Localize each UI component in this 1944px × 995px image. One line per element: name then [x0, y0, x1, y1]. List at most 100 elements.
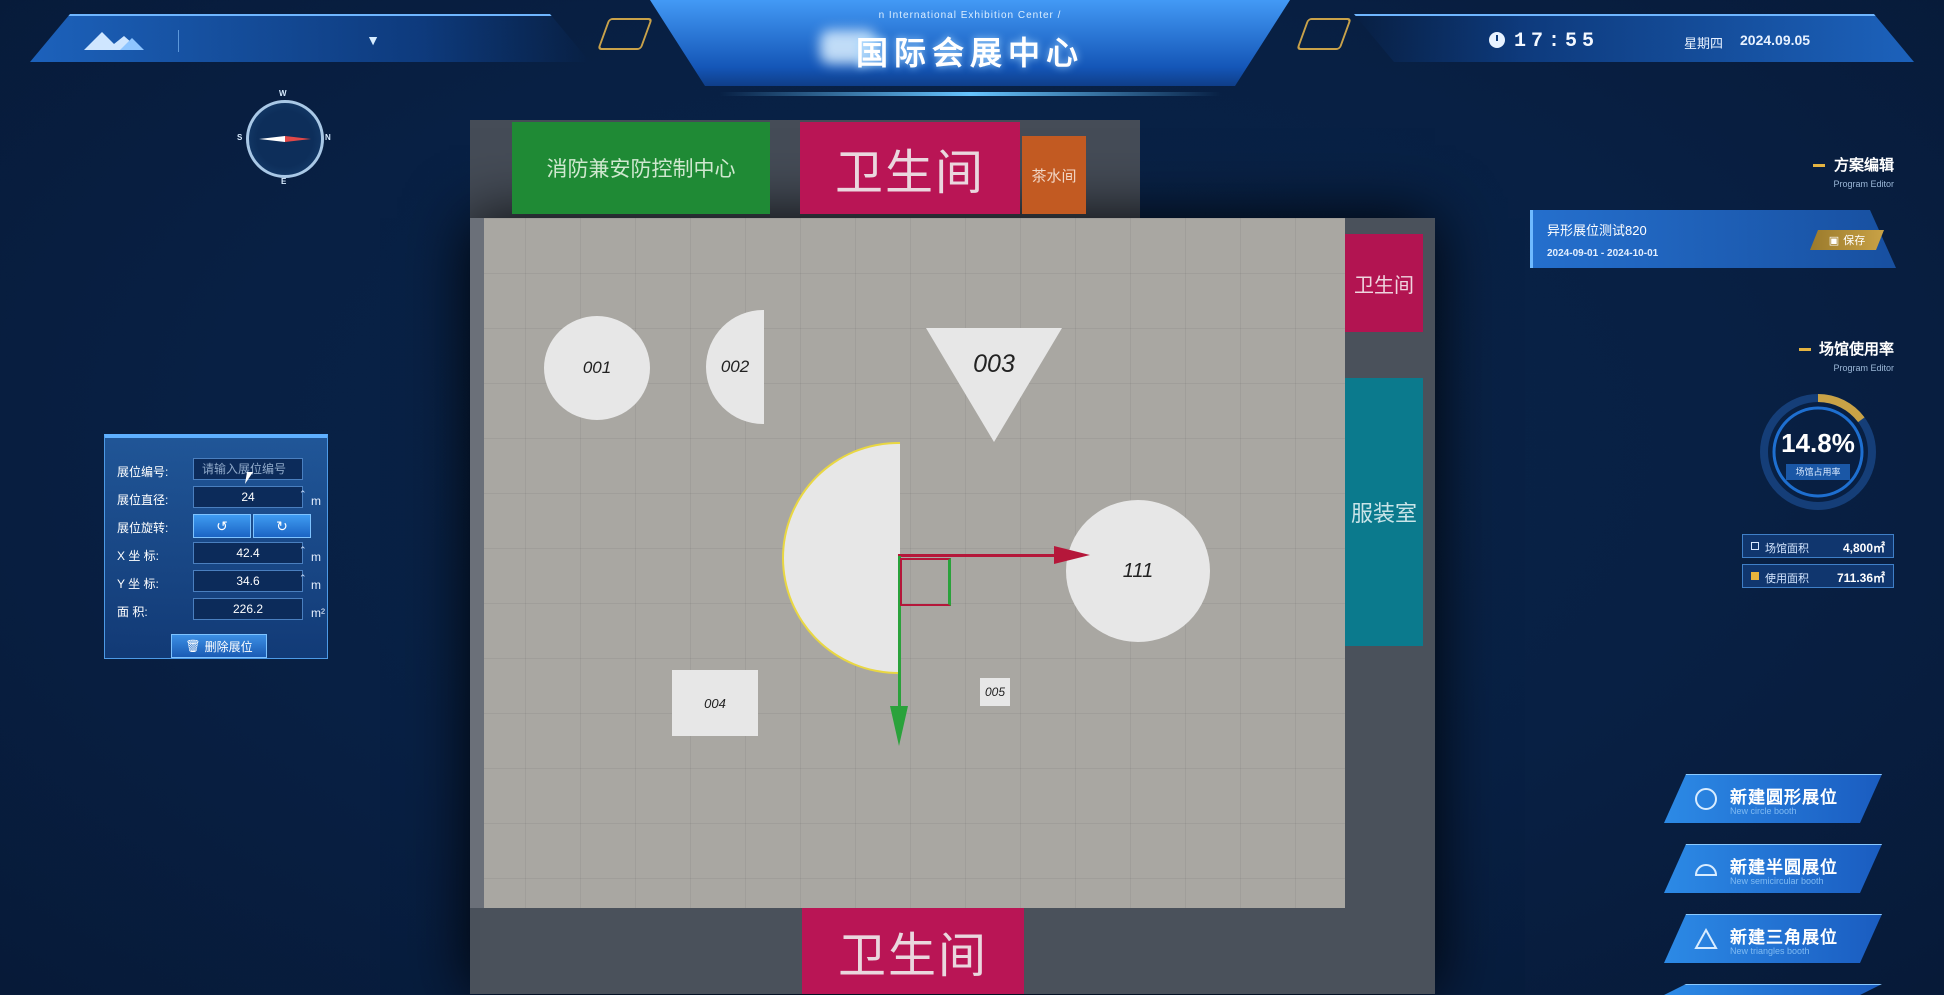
prop-label: 面 积: — [117, 605, 148, 619]
booth-111[interactable]: 111 — [1066, 500, 1210, 642]
current-date: 2024.09.05 — [1740, 32, 1811, 48]
room-restroom-bottom: 卫生间 — [802, 908, 1024, 994]
prop-label: 展位编号: — [117, 465, 169, 479]
booth-label: 002 — [720, 357, 750, 376]
header-glow — [720, 92, 1220, 96]
stepper-icon[interactable]: ⌃ — [299, 573, 307, 584]
stat-label: 使用面积 — [1765, 573, 1809, 585]
semicircle-icon — [1694, 857, 1718, 881]
header-title-plate: n International Exhibition Center / 国际会展… — [650, 0, 1290, 86]
square-icon — [1751, 542, 1759, 550]
gizmo-x-arrow-icon[interactable] — [1054, 546, 1090, 564]
prop-unit: m — [311, 494, 321, 508]
stepper-icon[interactable]: ⌃ — [299, 545, 307, 556]
area-input[interactable] — [193, 598, 303, 620]
section-bar — [1813, 164, 1826, 167]
compass-needle — [259, 136, 311, 142]
plan-name: 异形展位测试820 — [1547, 223, 1647, 238]
room-restroom-right: 卫生间 — [1345, 234, 1423, 332]
booth-label: 001 — [582, 358, 612, 377]
room-label: 卫生间 — [834, 145, 985, 201]
header-ornament-right — [1296, 18, 1352, 50]
compass-icon: W S N E — [237, 89, 331, 186]
compass-w: W — [279, 89, 287, 98]
used-area-stat: 使用面积 711.36㎡ — [1742, 564, 1894, 588]
booth-label: 003 — [973, 350, 1015, 378]
room-label: 消防兼安防控制中心 — [546, 157, 736, 181]
prop-unit: m — [311, 550, 321, 564]
rotate-cw-icon: ↻ — [276, 517, 288, 534]
room-label: 茶水间 — [1031, 166, 1077, 185]
venue-area-stat: 场馆面积 4,800㎡ — [1742, 534, 1894, 558]
booth-001[interactable]: 001 — [544, 316, 650, 420]
section-subtitle: Program Editor — [1833, 179, 1894, 189]
prop-diameter: 展位直径: ⌃ m — [113, 486, 321, 510]
new-booth-button-partial[interactable] — [1664, 984, 1882, 995]
booth-004[interactable]: 004 — [672, 670, 758, 736]
chevron-down-icon: ▼ — [366, 32, 380, 48]
room-label: 卫生间 — [1354, 272, 1414, 297]
triangle-shape — [926, 328, 1062, 442]
save-button[interactable]: ▣ 保存 — [1810, 230, 1884, 250]
prop-label: X 坐 标: — [117, 549, 160, 563]
usage-section-title: 场馆使用率 Program Editor — [1798, 338, 1894, 373]
section-title-text: 方案编辑 — [1833, 157, 1894, 174]
delete-booth-button[interactable]: 🗑 删除展位 — [171, 634, 267, 658]
header-ornament-left — [597, 18, 653, 50]
clock-icon — [1489, 32, 1505, 48]
rotate-right-button[interactable]: ↻ — [253, 514, 311, 538]
plan-date-range: 2024-09-01 - 2024-10-01 — [1547, 248, 1659, 259]
booth-label: 004 — [704, 695, 726, 711]
room-tea: 茶水间 — [1022, 136, 1086, 214]
stat-value: 4,800㎡ — [1842, 541, 1885, 555]
gizmo-plane-handle[interactable] — [900, 558, 951, 606]
usage-gauge: 14.8% 场馆占用率 — [1758, 392, 1878, 512]
header-left-bar: ▼ — [30, 14, 590, 62]
square-icon — [1751, 572, 1759, 580]
diameter-input[interactable] — [193, 486, 303, 508]
rotate-left-button[interactable]: ↺ — [193, 514, 251, 538]
new-triangle-booth-button[interactable]: 新建三角展位 New triangles booth — [1664, 914, 1882, 963]
button-title: 新建圆形展位 — [1730, 788, 1838, 807]
venue-select[interactable]: ▼ — [190, 24, 380, 56]
new-circle-booth-button[interactable]: 新建圆形展位 New circle booth — [1664, 774, 1882, 823]
room-costume: 服装室 — [1345, 378, 1423, 646]
stat-label: 场馆面积 — [1765, 543, 1809, 555]
booth-label: 111 — [1122, 559, 1154, 582]
section-bar — [1798, 348, 1811, 351]
room-label: 服装室 — [1350, 502, 1417, 527]
app-header: ▼ n International Exhibition Center / 国际… — [0, 0, 1944, 110]
weekday: 星期四 — [1684, 36, 1724, 51]
y-coordinate-input[interactable] — [193, 570, 303, 592]
prop-y: Y 坐 标: ⌃ m — [113, 570, 321, 594]
page-title: 国际会展中心 — [855, 35, 1084, 71]
stepper-icon[interactable]: ⌃ — [299, 489, 307, 500]
booth-label: 005 — [984, 685, 1006, 699]
prop-area: 面 积: m² — [113, 598, 325, 622]
booth-003[interactable]: 003 — [926, 328, 1062, 442]
save-label: 保存 — [1843, 235, 1866, 247]
booth-properties-panel: 展位编号: 展位直径: ⌃ m 展位旋转: ↺ ↻ X 坐 标: ⌃ m Y 坐… — [104, 434, 328, 659]
gizmo-x-axis[interactable] — [898, 554, 1074, 557]
rotate-ccw-icon: ↺ — [216, 517, 228, 534]
prop-rotation: 展位旋转: ↺ ↻ — [113, 514, 319, 538]
gizmo-y-arrow-icon[interactable] — [890, 706, 908, 746]
prop-unit: m² — [311, 606, 325, 620]
header-subtitle: n International Exhibition Center / — [878, 10, 1062, 21]
room-label: 卫生间 — [837, 928, 988, 984]
button-title: 新建三角展位 — [1730, 928, 1838, 947]
header-right-bar: 17:55 星期四 2024.09.05 — [1354, 14, 1914, 62]
prop-label: Y 坐 标: — [117, 577, 159, 591]
new-semicircle-booth-button[interactable]: 新建半圆展位 New semicircular booth — [1664, 844, 1882, 893]
prop-unit: m — [311, 578, 321, 592]
trash-icon: 🗑 — [185, 639, 201, 653]
prop-x: X 坐 标: ⌃ m — [113, 542, 321, 566]
clock-time: 17:55 — [1514, 30, 1600, 53]
header-divider — [178, 30, 179, 52]
booth-005[interactable]: 005 — [980, 678, 1010, 706]
x-coordinate-input[interactable] — [193, 542, 303, 564]
compass-s: S — [237, 133, 243, 142]
button-subtitle: New semicircular booth — [1730, 876, 1824, 886]
plan-section-title: 方案编辑 Program Editor — [1813, 154, 1894, 189]
prop-label: 展位直径: — [117, 493, 169, 507]
